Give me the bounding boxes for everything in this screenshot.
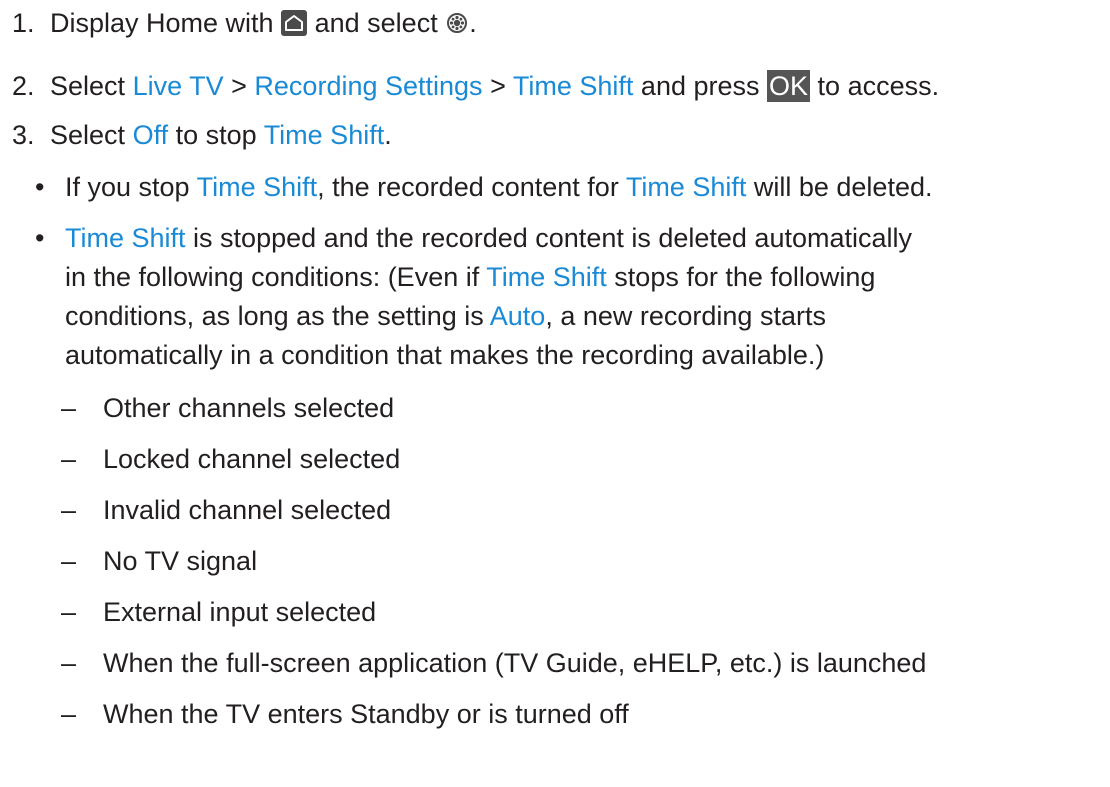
note-text: is stopped and the recorded content is d…: [193, 223, 913, 253]
step-text: and select: [314, 8, 438, 38]
step-text: Select: [50, 120, 126, 150]
step-number: 3.: [12, 120, 35, 150]
dash: –: [61, 546, 77, 576]
ok-key-badge: OK: [767, 70, 811, 102]
step-text: Display Home with: [50, 8, 274, 38]
dash: –: [61, 495, 77, 525]
menu-link-time-shift[interactable]: Time Shift: [65, 223, 186, 253]
option-link-auto[interactable]: Auto: [490, 301, 546, 331]
step-number: 2.: [12, 71, 35, 101]
condition-text: When the TV enters Standby or is turned …: [103, 699, 629, 729]
menu-link-time-shift[interactable]: Time Shift: [197, 172, 318, 202]
condition-text: Other channels selected: [103, 393, 395, 423]
note-2-line-2: in the following conditions: (Even if Ti…: [65, 260, 875, 294]
condition-text: When the full-screen application (TV Gui…: [103, 648, 927, 678]
note-2-line-3: conditions, as long as the setting is Au…: [65, 299, 826, 333]
condition-item: – Invalid channel selected: [61, 493, 391, 527]
note-text: in the following conditions: (Even if: [65, 262, 480, 292]
menu-link-time-shift[interactable]: Time Shift: [264, 120, 385, 150]
menu-link-live-tv[interactable]: Live TV: [133, 71, 224, 101]
dash: –: [61, 699, 77, 729]
note-text: will be deleted.: [753, 172, 933, 202]
step-3: 3. Select Off to stop Time Shift.: [12, 118, 392, 152]
note-text: stops for the following: [614, 262, 876, 292]
menu-link-time-shift[interactable]: Time Shift: [513, 71, 634, 101]
condition-item: – Other channels selected: [61, 391, 394, 425]
note-text: If you stop: [65, 172, 190, 202]
condition-item: – When the full-screen application (TV Gu…: [61, 646, 926, 680]
note-1: • If you stop Time Shift, the recorded co…: [35, 170, 933, 204]
dash: –: [61, 648, 77, 678]
step-2: 2. Select Live TV > Recording Settings > …: [12, 69, 939, 103]
note-text: , the recorded content for: [317, 172, 619, 202]
menu-link-recording-settings[interactable]: Recording Settings: [254, 71, 482, 101]
note-text: conditions, as long as the setting is: [65, 301, 484, 331]
step-text: .: [469, 8, 477, 38]
condition-item: – No TV signal: [61, 544, 257, 578]
step-text: to access.: [817, 71, 940, 101]
note-2-line-1: • Time Shift is stopped and the recorded …: [35, 221, 912, 255]
condition-item: – External input selected: [61, 595, 376, 629]
note-text: automatically in a condition that makes …: [65, 340, 825, 370]
dash: –: [61, 393, 77, 423]
condition-text: Invalid channel selected: [103, 495, 392, 525]
settings-gear-icon: [445, 11, 469, 35]
step-number: 1.: [12, 8, 35, 38]
note-2-line-4: automatically in a condition that makes …: [65, 338, 824, 372]
home-icon: [281, 10, 308, 36]
step-text: Select: [50, 71, 126, 101]
step-text: to stop: [175, 120, 257, 150]
help-page: 1. Display Home with and select . 2. Sel…: [0, 0, 1110, 787]
bullet: •: [35, 223, 45, 253]
condition-item: – When the TV enters Standby or is turned…: [61, 697, 629, 731]
menu-link-time-shift[interactable]: Time Shift: [626, 172, 747, 202]
bullet: •: [35, 172, 45, 202]
separator: >: [490, 71, 506, 101]
condition-text: External input selected: [103, 597, 377, 627]
separator: >: [231, 71, 247, 101]
condition-text: Locked channel selected: [103, 444, 401, 474]
option-link-off[interactable]: Off: [133, 120, 169, 150]
dash: –: [61, 597, 77, 627]
step-text: .: [384, 120, 392, 150]
menu-link-time-shift[interactable]: Time Shift: [486, 262, 607, 292]
dash: –: [61, 444, 77, 474]
note-text: , a new recording starts: [545, 301, 826, 331]
condition-text: No TV signal: [103, 546, 258, 576]
step-text: and press: [640, 71, 760, 101]
step-1: 1. Display Home with and select .: [12, 6, 477, 40]
condition-item: – Locked channel selected: [61, 442, 400, 476]
